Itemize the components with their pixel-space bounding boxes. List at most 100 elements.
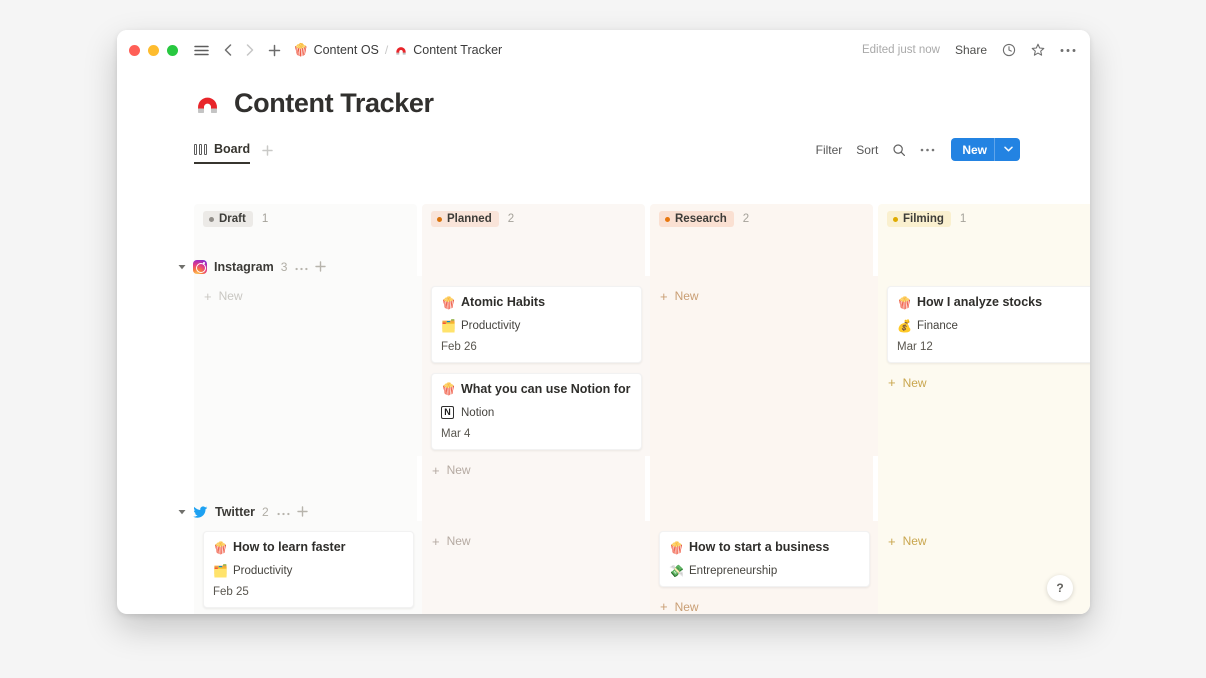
- breadcrumb: 🍿 Content OS / Content Tracker: [293, 43, 502, 57]
- add-view-icon[interactable]: [262, 143, 273, 164]
- more-horizontal-icon[interactable]: [295, 260, 308, 274]
- add-new-card-button[interactable]: + New: [659, 286, 873, 303]
- column-count: 2: [507, 213, 515, 225]
- lane-cell-draft[interactable]: + New: [194, 276, 422, 456]
- status-badge[interactable]: Filming: [887, 211, 951, 227]
- lane-cell-research[interactable]: 🍿 How to start a business 💸 Entrepreneur…: [650, 521, 878, 614]
- star-icon[interactable]: [1031, 43, 1045, 57]
- board-column-headers: Draft 1 Planned 2 Research 2 Filming 1: [117, 204, 1090, 234]
- page-header: Content Tracker: [117, 70, 1090, 119]
- popcorn-icon: 🍿: [293, 42, 309, 57]
- card-atomic-habits[interactable]: 🍿 Atomic Habits 🗂️ Productivity Feb 26: [431, 286, 642, 363]
- swimlane-twitter: 🍿 How to learn faster 🗂️ Productivity Fe…: [117, 521, 1090, 614]
- card-title: How to start a business: [689, 540, 830, 554]
- plus-icon: +: [660, 599, 668, 614]
- magnet-icon: [394, 43, 408, 57]
- breadcrumb-label: Content OS: [313, 43, 379, 57]
- plus-icon: +: [660, 288, 668, 304]
- add-card-icon[interactable]: [315, 260, 327, 275]
- status-badge[interactable]: Draft: [203, 211, 253, 227]
- twitter-icon: [193, 505, 208, 519]
- card-how-to-start-a-business[interactable]: 🍿 How to start a business 💸 Entrepreneur…: [659, 531, 870, 587]
- new-page-icon[interactable]: [265, 41, 283, 59]
- tab-board[interactable]: Board: [194, 142, 251, 164]
- window-controls: [129, 44, 178, 56]
- status-badge[interactable]: Research: [659, 211, 734, 227]
- add-new-card-button[interactable]: + New: [203, 286, 417, 303]
- card-title-row: 🍿 How to learn faster: [213, 540, 404, 556]
- card-title-row: 🍿 How I analyze stocks: [897, 295, 1088, 311]
- card-date: Feb 26: [441, 340, 477, 353]
- breadcrumb-item-content-tracker[interactable]: Content Tracker: [394, 43, 502, 57]
- collapse-caret-icon[interactable]: [178, 263, 186, 272]
- new-button[interactable]: New: [951, 138, 1020, 161]
- clock-icon[interactable]: [1002, 43, 1016, 57]
- group-count: 2: [262, 505, 269, 519]
- column-count: 2: [742, 213, 750, 225]
- close-window-button[interactable]: [129, 44, 140, 56]
- breadcrumb-item-content-os[interactable]: 🍿 Content OS: [293, 43, 379, 57]
- card-property-value: Entrepreneurship: [689, 564, 778, 577]
- plus-icon: +: [888, 375, 896, 391]
- card-property-category: N Notion: [441, 406, 632, 420]
- more-horizontal-icon[interactable]: [277, 505, 290, 519]
- popcorn-icon: 🍿: [897, 295, 912, 310]
- notion-icon: N: [441, 406, 454, 420]
- card-what-you-can-use-notion-for[interactable]: 🍿 What you can use Notion for N Notion M…: [431, 372, 642, 451]
- chevron-down-icon[interactable]: [1004, 145, 1013, 154]
- add-new-label: New: [674, 289, 699, 303]
- collapse-caret-icon[interactable]: [178, 508, 186, 517]
- card-title: How I analyze stocks: [917, 295, 1043, 309]
- minimize-window-button[interactable]: [148, 44, 159, 56]
- search-icon[interactable]: [892, 143, 906, 157]
- sort-button[interactable]: Sort: [856, 143, 878, 157]
- navigate-forward-icon[interactable]: [241, 41, 259, 59]
- add-new-card-button[interactable]: + New: [431, 531, 645, 548]
- popcorn-icon: 🍿: [213, 540, 228, 555]
- status-badge[interactable]: Planned: [431, 211, 499, 227]
- lane-cell-draft[interactable]: 🍿 How to learn faster 🗂️ Productivity Fe…: [194, 521, 422, 614]
- card-how-to-learn-faster[interactable]: 🍿 How to learn faster 🗂️ Productivity Fe…: [203, 531, 414, 608]
- add-card-icon[interactable]: [297, 505, 308, 520]
- group-row-instagram[interactable]: Instagram 3: [117, 254, 1090, 280]
- share-button[interactable]: Share: [955, 43, 987, 57]
- add-new-card-button[interactable]: + New: [887, 531, 1090, 548]
- swimlane-instagram: + New 🍿 Atomic Habits 🗂️ Productivity Fe…: [117, 276, 1090, 477]
- lane-cell-planned[interactable]: + New: [422, 521, 650, 614]
- column-count: 1: [261, 213, 269, 225]
- add-new-card-button[interactable]: + New: [431, 460, 645, 477]
- filter-button[interactable]: Filter: [816, 143, 843, 157]
- view-toolbar: Board Filter Sort New: [117, 136, 1090, 164]
- column-name: Draft: [219, 213, 246, 225]
- navigate-back-icon[interactable]: [219, 41, 237, 59]
- card-property-value: Finance: [917, 319, 958, 332]
- lane-cell-filming[interactable]: 🍿 How I analyze stocks 💰 Finance Mar 12: [878, 276, 1090, 456]
- card-title: Atomic Habits: [461, 295, 546, 309]
- more-options-icon[interactable]: [920, 148, 935, 152]
- group-row-twitter[interactable]: Twitter 2: [117, 499, 1090, 525]
- edited-status: Edited just now: [861, 44, 940, 56]
- add-new-card-button[interactable]: + New: [659, 597, 873, 614]
- page-magnet-icon[interactable]: [194, 90, 221, 117]
- sidebar-toggle-icon[interactable]: [192, 41, 210, 59]
- instagram-icon: [193, 260, 207, 274]
- card-index-icon: 🗂️: [441, 318, 456, 333]
- add-new-card-button[interactable]: + New: [887, 373, 1090, 390]
- plus-icon: +: [888, 533, 896, 549]
- money-bag-icon: 💰: [897, 318, 912, 333]
- help-button[interactable]: ?: [1047, 575, 1073, 601]
- card-date: Mar 4: [441, 428, 471, 441]
- card-title-row: 🍿 Atomic Habits: [441, 295, 632, 311]
- board-view: Draft 1 Planned 2 Research 2 Filming 1 I…: [117, 204, 1090, 614]
- column-header-draft: Draft 1: [194, 204, 422, 234]
- title-bar-actions: Edited just now Share: [862, 43, 1076, 57]
- lane-cell-planned[interactable]: 🍿 Atomic Habits 🗂️ Productivity Feb 26 🍿…: [422, 276, 650, 477]
- group-name: Instagram: [214, 260, 274, 274]
- add-new-label: New: [674, 599, 699, 614]
- column-name: Filming: [903, 213, 944, 225]
- lane-cell-research[interactable]: + New: [650, 276, 878, 456]
- more-options-icon[interactable]: [1060, 48, 1076, 53]
- maximize-window-button[interactable]: [167, 44, 178, 56]
- page-title[interactable]: Content Tracker: [234, 88, 434, 119]
- card-how-i-analyze-stocks[interactable]: 🍿 How I analyze stocks 💰 Finance Mar 12: [887, 286, 1090, 363]
